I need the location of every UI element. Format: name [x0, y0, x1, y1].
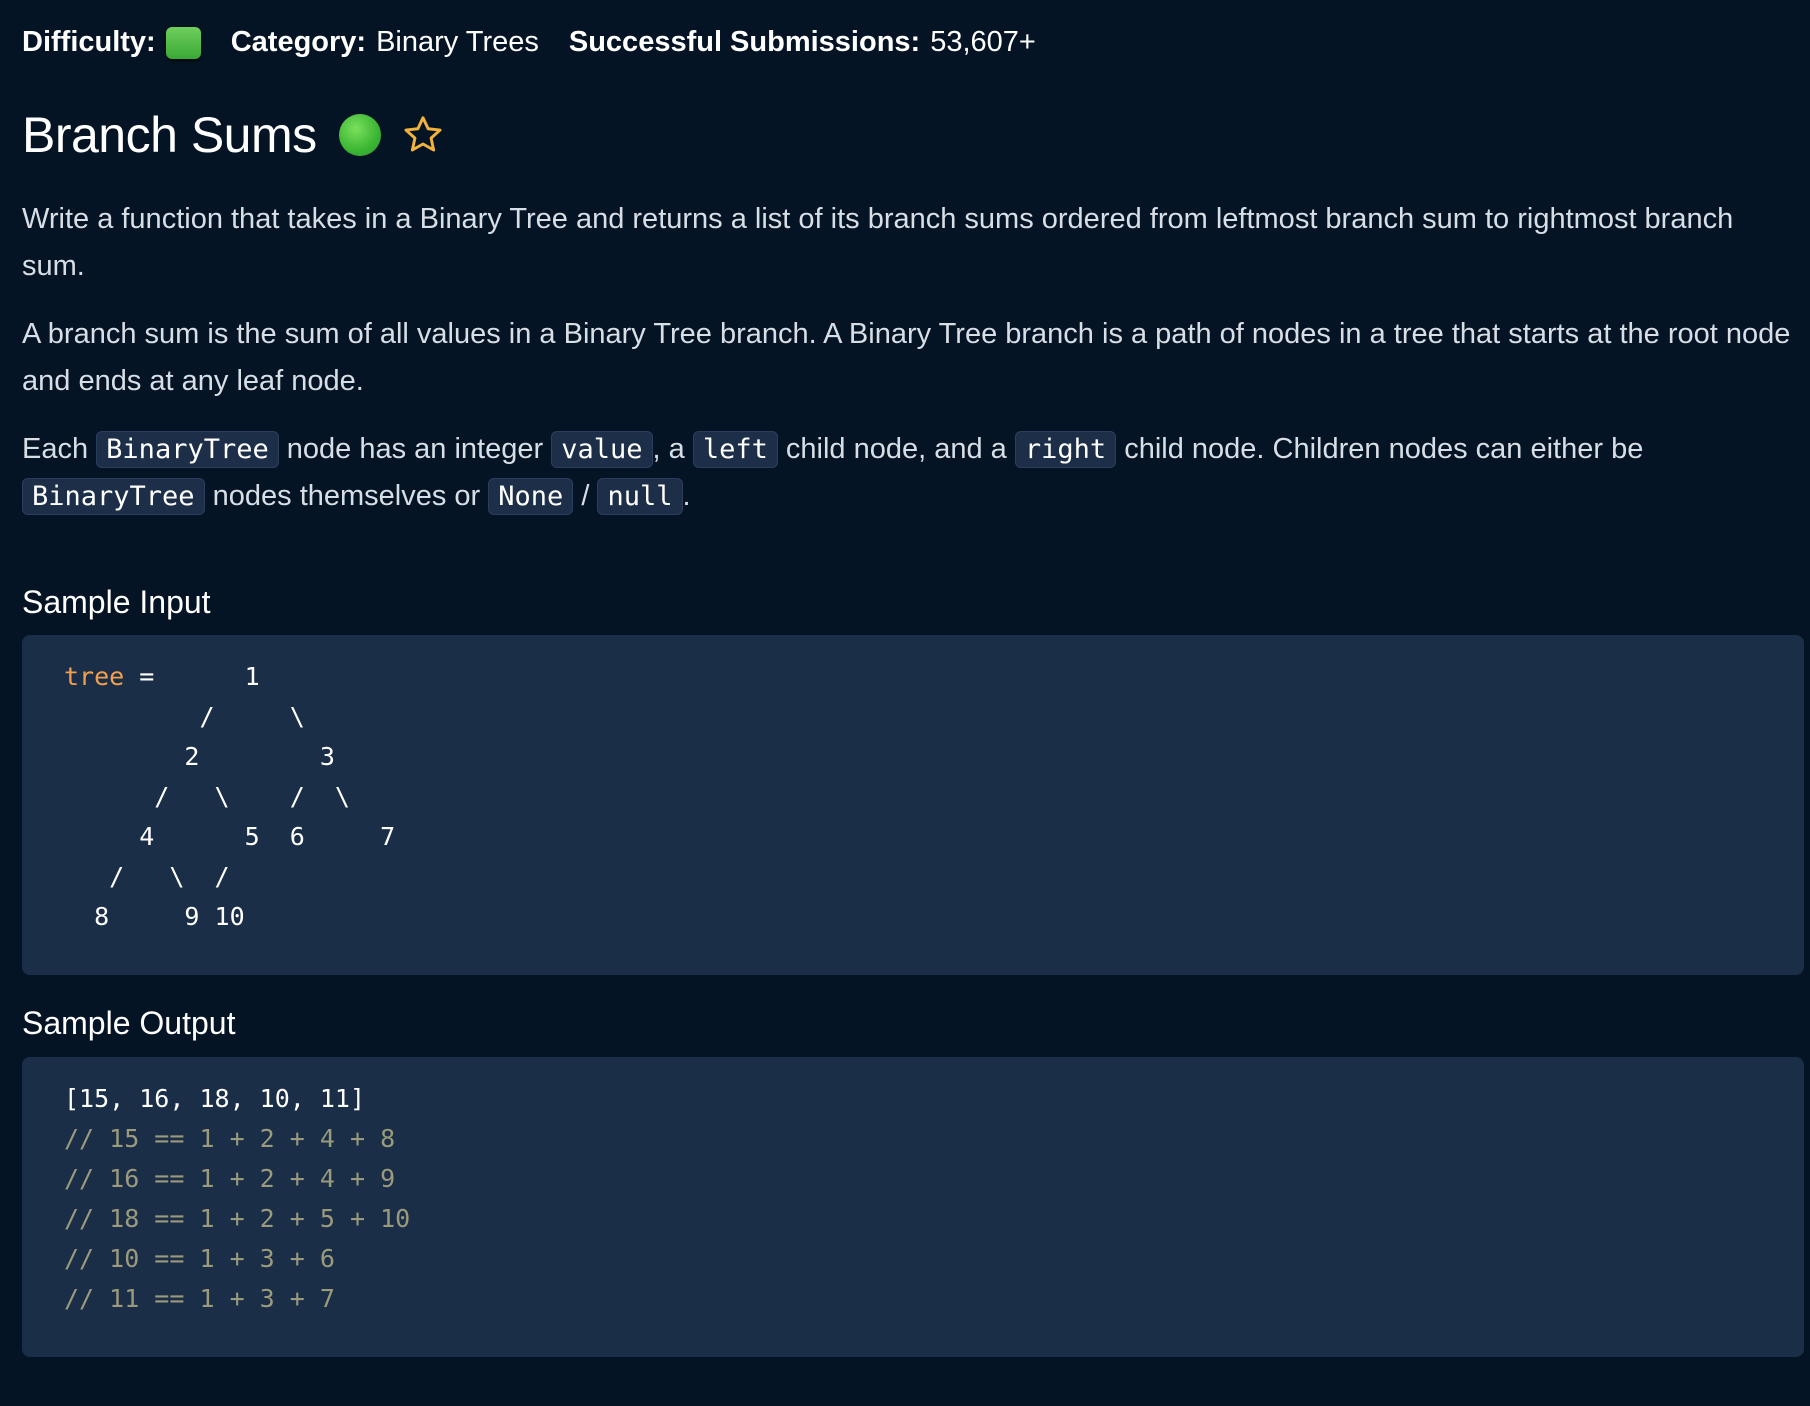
text: , a	[652, 433, 693, 465]
code-line: / \ /	[64, 862, 230, 891]
code-line: / \	[64, 702, 305, 731]
code-line: tree = 1	[64, 657, 1762, 697]
text: node has an integer	[278, 433, 552, 465]
code-comment: // 10 == 1 + 3 + 6	[64, 1244, 335, 1273]
text: nodes themselves or	[204, 480, 489, 512]
page-title: Branch Sums	[22, 107, 317, 163]
green-circle-icon	[338, 114, 381, 156]
sample-input-heading: Sample Input	[22, 584, 211, 620]
code-line: 2 3	[64, 742, 335, 771]
code-line: / \ / \	[64, 782, 350, 811]
text: Each	[22, 433, 97, 465]
text: child node, and a	[777, 433, 1015, 465]
category-label: Category:	[230, 26, 367, 58]
code-comment: // 15 == 1 + 2 + 4 + 8	[64, 1124, 396, 1153]
title-row: Branch Sums	[22, 106, 445, 164]
code-comment: // 18 == 1 + 2 + 5 + 10	[64, 1204, 411, 1233]
inline-code-binarytree: BinaryTree	[96, 431, 279, 468]
difficulty: Difficulty:	[22, 26, 201, 59]
difficulty-label: Difficulty:	[22, 26, 156, 58]
variable-name: tree	[64, 662, 125, 691]
submissions: Successful Submissions: 53,607+	[569, 26, 1036, 59]
text: child node. Children nodes can either be	[1116, 433, 1644, 465]
description-paragraph-3: Each BinaryTree node has an integer valu…	[22, 426, 1792, 520]
code-line: 4 5 6 7	[64, 822, 396, 851]
inline-code-null: null	[597, 478, 683, 515]
code-line: 8 9 10	[64, 902, 245, 931]
difficulty-swatch	[165, 26, 201, 59]
page: Difficulty: Category: Binary Trees Succe…	[0, 0, 1810, 1406]
inline-code-right: right	[1014, 431, 1117, 468]
inline-code-none: None	[488, 478, 574, 515]
inline-code-value: value	[551, 431, 653, 468]
code-comment: // 16 == 1 + 2 + 4 + 9	[64, 1164, 396, 1193]
description-paragraph-1: Write a function that takes in a Binary …	[22, 203, 1734, 282]
text: .	[682, 480, 691, 512]
submissions-value: 53,607+	[930, 26, 1036, 58]
submissions-label: Successful Submissions:	[568, 26, 921, 58]
category: Category: Binary Trees	[231, 26, 539, 59]
meta-bar: Difficulty: Category: Binary Trees Succe…	[22, 26, 1066, 59]
category-value: Binary Trees	[376, 26, 539, 58]
code-text: = 1	[124, 662, 260, 691]
code-comment: // 11 == 1 + 3 + 7	[64, 1284, 335, 1313]
sample-output-code: [15, 16, 18, 10, 11] // 15 == 1 + 2 + 4 +…	[22, 1057, 1804, 1357]
code-line: [15, 16, 18, 10, 11]	[64, 1084, 366, 1113]
text: /	[573, 480, 598, 512]
description-paragraph-2: A branch sum is the sum of all values in…	[22, 318, 1791, 397]
star-outline-icon[interactable]	[401, 113, 445, 157]
sample-output-heading: Sample Output	[22, 1005, 236, 1041]
inline-code-binarytree: BinaryTree	[22, 478, 205, 515]
sample-input-code: tree = 1 / \ 2 3 / \ / \ 4 5 6 7 / \ / 8…	[22, 635, 1804, 975]
inline-code-left: left	[692, 431, 778, 468]
problem-description: Write a function that takes in a Binary …	[22, 196, 1792, 541]
